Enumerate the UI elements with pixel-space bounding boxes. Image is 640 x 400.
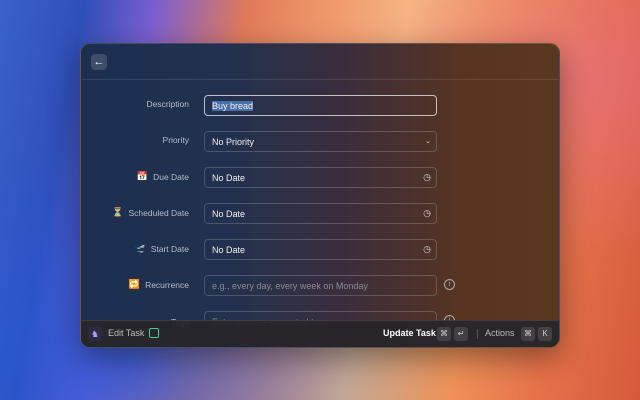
start-date-label: 🛫 Start Date	[134, 243, 190, 254]
calendar-icon: 📅	[136, 171, 149, 181]
hourglass-icon: ⏳	[112, 207, 124, 217]
repeat-icon: 🔁	[128, 279, 141, 289]
task-editor-window: ← Description Buy bread Priority No Prio…	[80, 43, 560, 348]
scheduled-date-picker[interactable]: No Date ◷	[204, 203, 437, 224]
header: ←	[81, 44, 559, 80]
footer-bar: ♞ Edit Task Update Task ⌘ ↵ Actions ⌘ K	[81, 320, 559, 347]
divider	[477, 329, 478, 339]
command-key: ⌘	[521, 327, 535, 341]
start-date-row: 🛫 Start Date No Date ◷	[81, 239, 559, 260]
recurrence-input[interactable]: e.g., every day, every week on Monday	[204, 275, 437, 296]
due-date-label: 📅 Due Date	[136, 171, 189, 182]
tray-icon	[149, 328, 159, 338]
priority-label: Priority	[162, 135, 189, 145]
command-key: ⌘	[437, 327, 451, 341]
return-key: ↵	[454, 327, 468, 341]
clock-icon: ◷	[423, 208, 431, 218]
update-task-button[interactable]: Update Task	[383, 328, 436, 338]
recurrence-label: 🔁 Recurrence	[128, 279, 189, 290]
airplane-departure-icon: 🛫	[134, 243, 146, 253]
description-input[interactable]: Buy bread	[204, 95, 437, 116]
chevron-down-icon: ⌄	[425, 138, 431, 145]
footer-title: Edit Task	[108, 328, 145, 338]
scheduled-date-label: ⏳ Scheduled Date	[112, 207, 189, 218]
info-icon[interactable]: i	[444, 279, 455, 290]
scheduled-date-row: ⏳ Scheduled Date No Date ◷	[81, 203, 559, 224]
clock-icon: ◷	[423, 244, 431, 254]
due-date-row: 📅 Due Date No Date ◷	[81, 167, 559, 188]
start-date-picker[interactable]: No Date ◷	[204, 239, 437, 260]
priority-row: Priority No Priority ⌄	[81, 131, 559, 152]
recurrence-row: 🔁 Recurrence e.g., every day, every week …	[81, 275, 559, 296]
back-button[interactable]: ←	[91, 54, 107, 70]
extension-icon: ♞	[88, 327, 102, 341]
priority-dropdown[interactable]: No Priority ⌄	[204, 131, 437, 152]
actions-button[interactable]: Actions	[485, 328, 515, 338]
k-key: K	[538, 327, 552, 341]
description-row: Description Buy bread	[81, 95, 559, 116]
arrow-left-icon: ←	[93, 56, 105, 68]
due-date-picker[interactable]: No Date ◷	[204, 167, 437, 188]
description-label: Description	[146, 99, 189, 109]
clock-icon: ◷	[423, 172, 431, 182]
